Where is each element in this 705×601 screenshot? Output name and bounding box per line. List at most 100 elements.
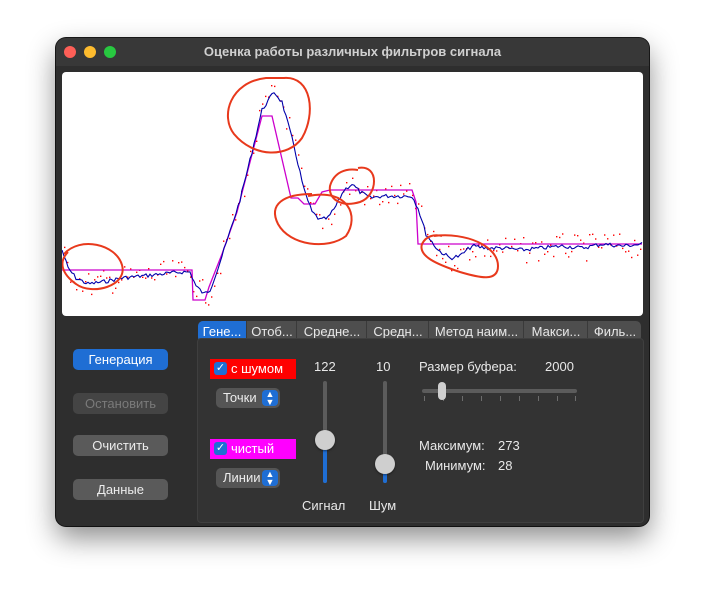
- noise-dot: [427, 233, 429, 236]
- noise-dot: [595, 238, 597, 240]
- signal-slider-knob[interactable]: [315, 430, 335, 450]
- noise-dot: [100, 275, 102, 277]
- data-button[interactable]: Данные: [73, 479, 168, 500]
- noise-dot: [391, 185, 393, 188]
- noise-dot: [388, 201, 390, 204]
- noise-dot: [154, 279, 156, 281]
- annotation-circle-end: [420, 234, 500, 279]
- noise-dot: [97, 276, 99, 278]
- noise-dot: [118, 281, 120, 284]
- noise-dot: [637, 254, 639, 256]
- noise-dot: [526, 262, 528, 264]
- noise-dot: [460, 248, 462, 251]
- noise-dot: [64, 246, 66, 249]
- noise-dot: [439, 248, 441, 251]
- noise-dot: [112, 292, 114, 294]
- noise-dot: [196, 295, 198, 298]
- noise-dot: [400, 184, 402, 187]
- noise-dot: [592, 233, 594, 235]
- buffer-slider-knob[interactable]: [438, 382, 446, 400]
- noise-dot: [454, 265, 456, 267]
- noise-dot: [469, 259, 471, 261]
- noise-dot: [304, 185, 306, 187]
- signal-value: 122: [314, 359, 336, 374]
- noise-dot: [253, 152, 255, 154]
- noise-dot: [175, 275, 177, 278]
- noise-dot: [298, 154, 300, 156]
- noise-dot: [394, 194, 396, 197]
- noise-dot: [310, 202, 312, 204]
- noise-dot: [106, 277, 108, 279]
- noise-dot: [607, 238, 609, 240]
- noise-dot: [262, 103, 264, 105]
- noise-dot: [208, 304, 210, 306]
- noise-dot: [409, 183, 411, 185]
- noise-value: 10: [376, 359, 391, 374]
- noise-dot: [550, 244, 552, 246]
- noise-dot: [433, 230, 435, 233]
- checkmark-icon: ✓: [214, 362, 227, 375]
- noise-dot: [301, 167, 303, 169]
- noise-dot: [220, 272, 222, 275]
- noise-dot: [91, 293, 93, 296]
- noise-dot: [349, 193, 351, 195]
- titlebar: Оценка работы различных фильтров сигнала: [56, 38, 649, 66]
- noise-dot: [487, 239, 489, 241]
- noise-dot: [265, 95, 267, 98]
- noise-dot: [148, 268, 150, 270]
- noise-dot: [604, 234, 606, 236]
- plot-canvas: [62, 76, 643, 306]
- noise-dot: [205, 302, 207, 304]
- generate-button[interactable]: Генерация: [73, 349, 168, 370]
- noise-dot: [307, 188, 309, 190]
- noise-dot: [586, 260, 588, 262]
- noise-dot: [334, 213, 336, 215]
- stop-button[interactable]: Остановить: [73, 393, 168, 414]
- noise-dot: [367, 186, 369, 188]
- noise-dot: [544, 253, 546, 255]
- noise-dot: [202, 279, 204, 281]
- noise-dot: [538, 260, 540, 262]
- noise-dot: [295, 139, 297, 141]
- clean-display-select[interactable]: Линии ▲ ▼: [216, 468, 280, 488]
- noise-dot: [379, 203, 381, 206]
- noise-dot: [319, 214, 321, 216]
- chevron-updown-icon: ▲ ▼: [262, 390, 278, 407]
- noise-dot: [289, 117, 291, 119]
- signal-plot: [62, 72, 643, 316]
- noise-slider-knob[interactable]: [375, 454, 395, 474]
- noise-dot: [475, 256, 477, 258]
- noisy-checkbox[interactable]: ✓ с шумом: [210, 359, 296, 379]
- buffer-label: Размер буфера:: [419, 359, 517, 374]
- noise-dot: [178, 262, 180, 264]
- noise-dots: [64, 85, 642, 306]
- noise-dot: [517, 250, 519, 252]
- noisy-display-select[interactable]: Точки ▲ ▼: [216, 388, 280, 408]
- noise-dot: [235, 219, 237, 221]
- noise-dot: [445, 261, 447, 263]
- noise-dot: [571, 250, 573, 253]
- filtered-signal-line: [62, 92, 643, 294]
- noise-dot: [160, 263, 162, 265]
- noise-dot: [541, 241, 543, 243]
- noise-dot: [76, 289, 78, 291]
- noise-dot: [493, 249, 495, 252]
- noise-dot: [448, 245, 450, 248]
- noise-dot: [271, 85, 273, 87]
- clean-checkbox[interactable]: ✓ чистый: [210, 439, 296, 459]
- noise-dot: [94, 279, 96, 281]
- min-value: 28: [498, 458, 513, 473]
- noise-dot: [622, 247, 624, 250]
- noise-dot: [523, 237, 525, 239]
- noise-dot: [403, 193, 405, 195]
- clear-button[interactable]: Очистить: [73, 435, 168, 456]
- noise-dot: [250, 150, 252, 153]
- noise-dot: [151, 277, 153, 279]
- annotation-circle-peak: [226, 76, 311, 154]
- noise-dot: [259, 109, 261, 112]
- noise-dot: [328, 218, 330, 220]
- clean-signal-line: [62, 115, 642, 301]
- noise-dot: [547, 251, 549, 253]
- noise-dot: [562, 233, 564, 235]
- noise-dot: [640, 248, 642, 250]
